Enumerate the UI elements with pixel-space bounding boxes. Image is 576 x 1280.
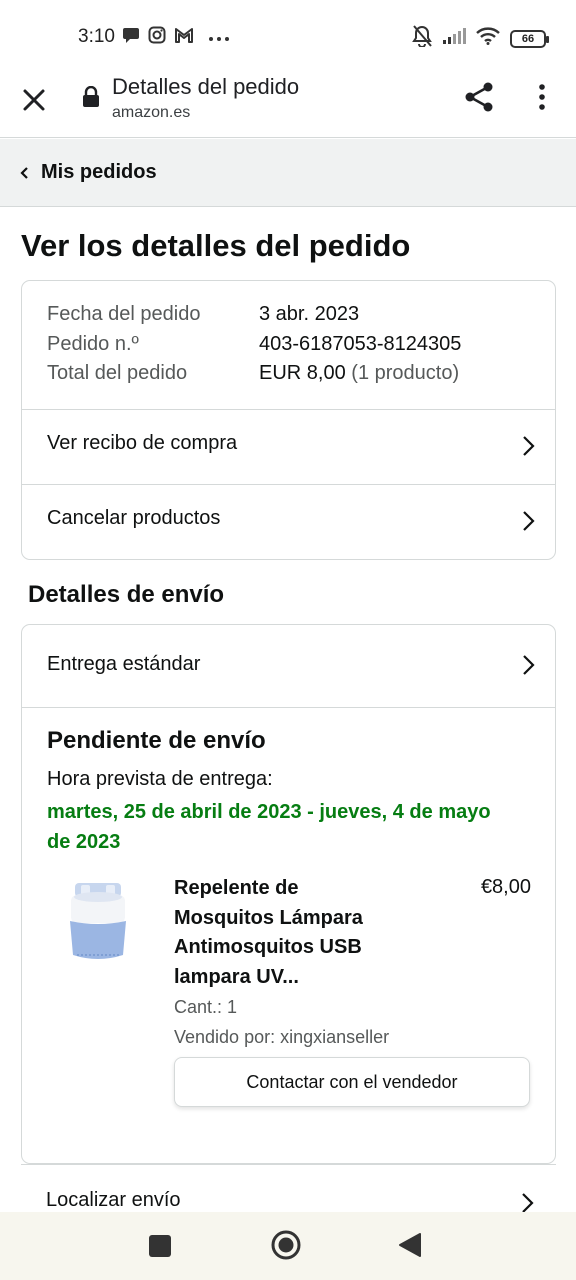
- shipping-section-title: Detalles de envío: [28, 581, 225, 608]
- breadcrumb-my-orders[interactable]: Mis pedidos: [41, 161, 157, 184]
- breadcrumb[interactable]: Mis pedidos: [0, 139, 576, 207]
- product-quantity: Cant.: 1: [174, 997, 238, 1017]
- chevron-right-icon: [521, 653, 535, 677]
- track-shipment-label: Localizar envío: [46, 1189, 181, 1211]
- more-dots-icon: [208, 29, 230, 47]
- divider: [22, 707, 555, 708]
- system-icons: 66: [412, 25, 549, 52]
- order-date-value: 3 abr. 2023: [259, 303, 360, 325]
- instagram-icon: [148, 26, 166, 49]
- bell-muted-icon: [412, 25, 432, 52]
- order-total: EUR 8,00 (1 producto): [259, 362, 459, 385]
- browser-toolbar: Detalles del pedido amazon.es: [0, 70, 576, 138]
- signal-icon: [442, 27, 466, 50]
- product-price: €8,00: [480, 876, 531, 898]
- view-receipt-row[interactable]: Ver recibo de compra: [22, 409, 555, 484]
- status-time: 3:10: [78, 26, 115, 47]
- product-title[interactable]: Repelente de Mosquitos Lámpara Antimosqu…: [174, 874, 404, 992]
- status-bar: 3:10 66: [0, 0, 576, 70]
- product-image[interactable]: [67, 883, 129, 963]
- delivery-method-label: Entrega estándar: [47, 653, 201, 675]
- back-icon[interactable]: [398, 1232, 422, 1258]
- eta-range: martes, 25 de abril de 2023 - jueves, 4 …: [47, 801, 491, 853]
- close-icon[interactable]: [20, 84, 50, 114]
- order-total-label: Total del pedido: [47, 362, 188, 384]
- order-number-value: 403-6187053-8124305: [259, 333, 462, 355]
- order-date-label: Fecha del pedido: [47, 303, 201, 325]
- shipment-status: Pendiente de envío: [47, 727, 266, 754]
- cancel-items-label: Cancelar productos: [47, 507, 221, 529]
- order-number-label: Pedido n.º: [47, 333, 139, 355]
- track-shipment-row[interactable]: Localizar envío: [21, 1164, 556, 1214]
- wifi-icon: [476, 27, 500, 50]
- cancel-items-row[interactable]: Cancelar productos: [22, 484, 555, 559]
- view-receipt-label: Ver recibo de compra: [47, 432, 238, 454]
- chevron-left-icon: [18, 165, 30, 181]
- order-total-value: EUR 8,00: [259, 362, 346, 384]
- overflow-menu-icon[interactable]: [532, 82, 552, 112]
- page-title: Ver los detalles del pedido: [21, 228, 411, 263]
- delivery-method-row[interactable]: Entrega estándar: [22, 625, 555, 707]
- system-navigation-bar: [0, 1212, 576, 1280]
- shipping-card: Entrega estándar Pendiente de envío Hora…: [21, 624, 556, 1164]
- home-icon[interactable]: [271, 1230, 301, 1260]
- recent-apps-icon[interactable]: [149, 1235, 171, 1257]
- battery-indicator: 66: [510, 29, 549, 48]
- chevron-right-icon: [521, 509, 535, 533]
- gmail-icon: [174, 26, 194, 49]
- lock-icon[interactable]: [82, 85, 100, 108]
- order-summary-card: Fecha del pedido 3 abr. 2023 Pedido n.º …: [21, 280, 556, 560]
- chevron-right-icon: [521, 434, 535, 458]
- browser-page-title[interactable]: Detalles del pedido: [112, 74, 299, 100]
- order-total-note: (1 producto): [351, 362, 460, 384]
- chat-bubble-icon: [122, 26, 140, 49]
- notification-icons: [122, 26, 230, 49]
- browser-url-host[interactable]: amazon.es: [112, 104, 190, 122]
- product-seller: Vendido por: xingxianseller: [174, 1027, 390, 1047]
- eta-label: Hora prevista de entrega:: [47, 768, 273, 790]
- share-icon[interactable]: [462, 80, 496, 114]
- contact-seller-button[interactable]: Contactar con el vendedor: [174, 1057, 530, 1107]
